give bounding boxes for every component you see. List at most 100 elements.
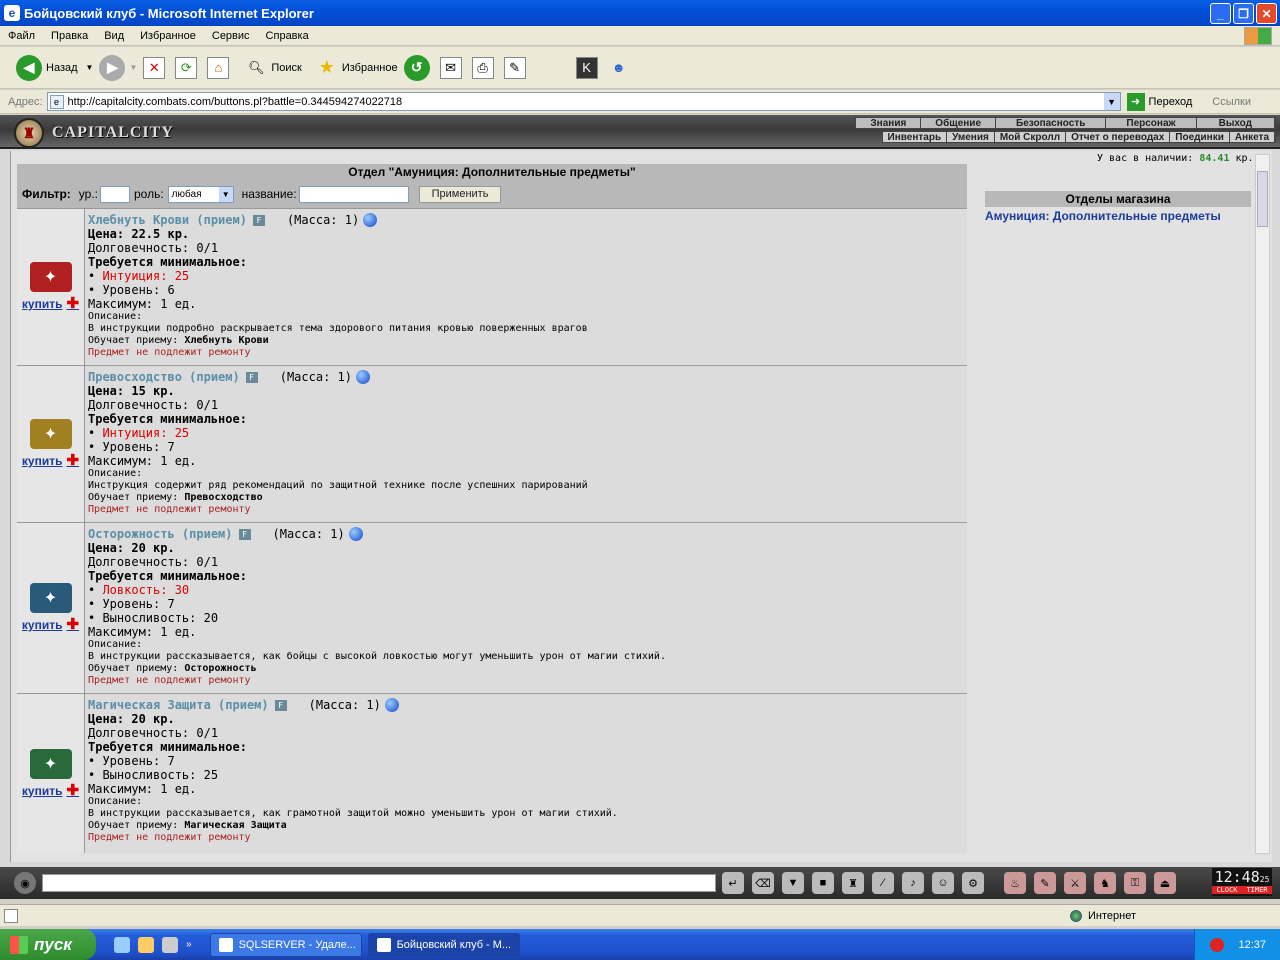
- search-button[interactable]: 🔍︎ Поиск: [245, 57, 302, 79]
- item-durability: Долговечность: 0/1: [88, 555, 219, 569]
- scroll-thumb[interactable]: [1257, 171, 1268, 227]
- fight-icon[interactable]: ⚔: [1064, 872, 1086, 894]
- forward-dropdown-icon[interactable]: ▼: [129, 63, 137, 72]
- nav-security[interactable]: Безопасность: [996, 118, 1107, 129]
- stop-icon[interactable]: ✕: [143, 56, 166, 79]
- potion-icon[interactable]: ♨: [1004, 872, 1026, 894]
- start-button[interactable]: пуск: [0, 929, 96, 960]
- role-value: любая: [171, 188, 202, 200]
- item-name[interactable]: Магическая Защита (прием): [88, 698, 269, 712]
- pl-icon[interactable]: ⁄: [872, 872, 894, 894]
- nav-my-scroll[interactable]: Мой Скролл: [995, 132, 1067, 143]
- item-level: Уровень: 7: [102, 440, 175, 454]
- exit-icon[interactable]: ⏏: [1154, 872, 1176, 894]
- shop-section-link[interactable]: Амуниция: Дополнительные предметы: [985, 209, 1251, 223]
- nav-profile[interactable]: Анкета: [1230, 132, 1275, 143]
- globe-icon[interactable]: [363, 213, 378, 227]
- nav-inventory[interactable]: Инвентарь: [883, 132, 948, 143]
- vertical-scrollbar[interactable]: [1255, 154, 1270, 854]
- info-icon[interactable]: F: [274, 700, 287, 711]
- item-skill: Осторожность: [184, 663, 257, 674]
- refresh-icon[interactable]: ⟳: [175, 56, 198, 79]
- apply-button[interactable]: Применить: [418, 185, 502, 203]
- lock-icon[interactable]: ⚿: [1124, 872, 1146, 894]
- media-quicklaunch-icon[interactable]: [138, 936, 154, 953]
- globe-icon[interactable]: [384, 698, 399, 712]
- sound-icon[interactable]: ♪: [902, 872, 924, 894]
- messenger-icon[interactable]: ☻: [608, 57, 630, 79]
- buy-link[interactable]: купить ✚: [22, 781, 79, 799]
- task-sqlserver[interactable]: SQLSERVER - Удале...: [209, 932, 362, 957]
- minimize-button[interactable]: _: [1210, 3, 1231, 24]
- quicklaunch-more-icon[interactable]: »: [186, 939, 192, 950]
- name-input[interactable]: [298, 185, 409, 203]
- desktop-quicklaunch-icon[interactable]: [162, 936, 178, 953]
- run-icon[interactable]: ♜: [842, 872, 864, 894]
- save-icon[interactable]: ■: [812, 872, 834, 894]
- nav-transfer-report[interactable]: Отчет о переводах: [1066, 132, 1171, 143]
- buy-link[interactable]: купить ✚: [22, 615, 79, 633]
- chat-settings-icon[interactable]: ⚙: [962, 872, 984, 894]
- favorites-button[interactable]: ★ Избранное: [316, 57, 398, 79]
- globe-icon[interactable]: [348, 527, 363, 541]
- back-button[interactable]: ◀ Назад ▼: [16, 54, 94, 81]
- menu-tools[interactable]: Сервис: [204, 30, 258, 42]
- home-icon[interactable]: ⌂: [207, 56, 230, 79]
- send-icon[interactable]: ↵: [722, 872, 744, 894]
- helmet-icon[interactable]: ♞: [1094, 872, 1116, 894]
- globe-icon[interactable]: [355, 370, 370, 384]
- menu-edit[interactable]: Правка: [43, 30, 96, 42]
- chat-toggle-icon[interactable]: ◉: [14, 872, 36, 894]
- close-button[interactable]: ✕: [1256, 3, 1277, 24]
- item-name[interactable]: Хлебнуть Крови (прием): [88, 213, 247, 227]
- menu-view[interactable]: Вид: [96, 30, 132, 42]
- k-icon[interactable]: K: [575, 56, 598, 79]
- history-icon[interactable]: ↺: [403, 54, 430, 81]
- role-select[interactable]: любая ▼: [167, 185, 234, 203]
- item-name[interactable]: Осторожность (прием): [88, 527, 233, 541]
- links-button[interactable]: Ссылки: [1212, 96, 1251, 108]
- filter-icon[interactable]: ▼: [782, 872, 804, 894]
- item-name[interactable]: Превосходство (прием): [88, 370, 240, 384]
- antivirus-icon[interactable]: [1210, 937, 1225, 952]
- info-icon[interactable]: F: [238, 529, 251, 540]
- scroll-icon: ✦: [29, 419, 72, 449]
- menu-help[interactable]: Справка: [258, 30, 317, 42]
- site-logo[interactable]: ♜ CAPITALCITY: [14, 118, 174, 148]
- nav-battles[interactable]: Поединки: [1170, 132, 1230, 143]
- task-browser[interactable]: Бойцовский клуб - M...: [367, 932, 520, 957]
- edit-icon[interactable]: ✎: [503, 56, 526, 79]
- timer-label[interactable]: TIMER: [1246, 886, 1267, 894]
- item-req-label: Требуется минимальное:: [88, 412, 247, 426]
- address-bar: Адрес: e http://capitalcity.combats.com/…: [0, 90, 1280, 114]
- level-input[interactable]: [100, 185, 130, 203]
- nav-character[interactable]: Персонаж: [1106, 118, 1197, 129]
- nav-knowledge[interactable]: Знания: [856, 118, 922, 129]
- address-dropdown-icon[interactable]: ▼: [1103, 93, 1120, 110]
- print-icon[interactable]: ⎙: [471, 56, 494, 79]
- scroll-use-icon[interactable]: ✎: [1034, 872, 1056, 894]
- go-button[interactable]: ➜ Переход: [1126, 92, 1192, 111]
- mail-icon[interactable]: ✉: [439, 56, 462, 79]
- info-icon[interactable]: F: [252, 215, 265, 226]
- eraser-icon[interactable]: ⌫: [752, 872, 774, 894]
- menu-file[interactable]: Файл: [0, 30, 43, 42]
- item-durability: Долговечность: 0/1: [88, 241, 219, 255]
- buy-link[interactable]: купить ✚: [22, 294, 79, 312]
- chat-input[interactable]: [42, 874, 716, 892]
- status-bar: Интернет: [0, 904, 1280, 926]
- plus-icon: ✚: [66, 452, 80, 469]
- maximize-button[interactable]: ❐: [1233, 3, 1254, 24]
- ie-quicklaunch-icon[interactable]: [114, 936, 130, 953]
- smiley-icon[interactable]: ☺: [932, 872, 954, 894]
- back-dropdown-icon[interactable]: ▼: [86, 63, 94, 72]
- nav-skills[interactable]: Умения: [947, 132, 995, 143]
- nav-exit[interactable]: Выход: [1197, 118, 1275, 129]
- nav-communication[interactable]: Общение: [921, 118, 996, 129]
- menu-favorites[interactable]: Избранное: [132, 30, 204, 42]
- buy-link[interactable]: купить ✚: [22, 451, 79, 469]
- address-input[interactable]: e http://capitalcity.combats.com/buttons…: [46, 92, 1121, 111]
- clock-label[interactable]: CLOCK: [1216, 886, 1237, 894]
- forward-button[interactable]: ▶ ▼: [99, 54, 137, 81]
- info-icon[interactable]: F: [245, 372, 258, 383]
